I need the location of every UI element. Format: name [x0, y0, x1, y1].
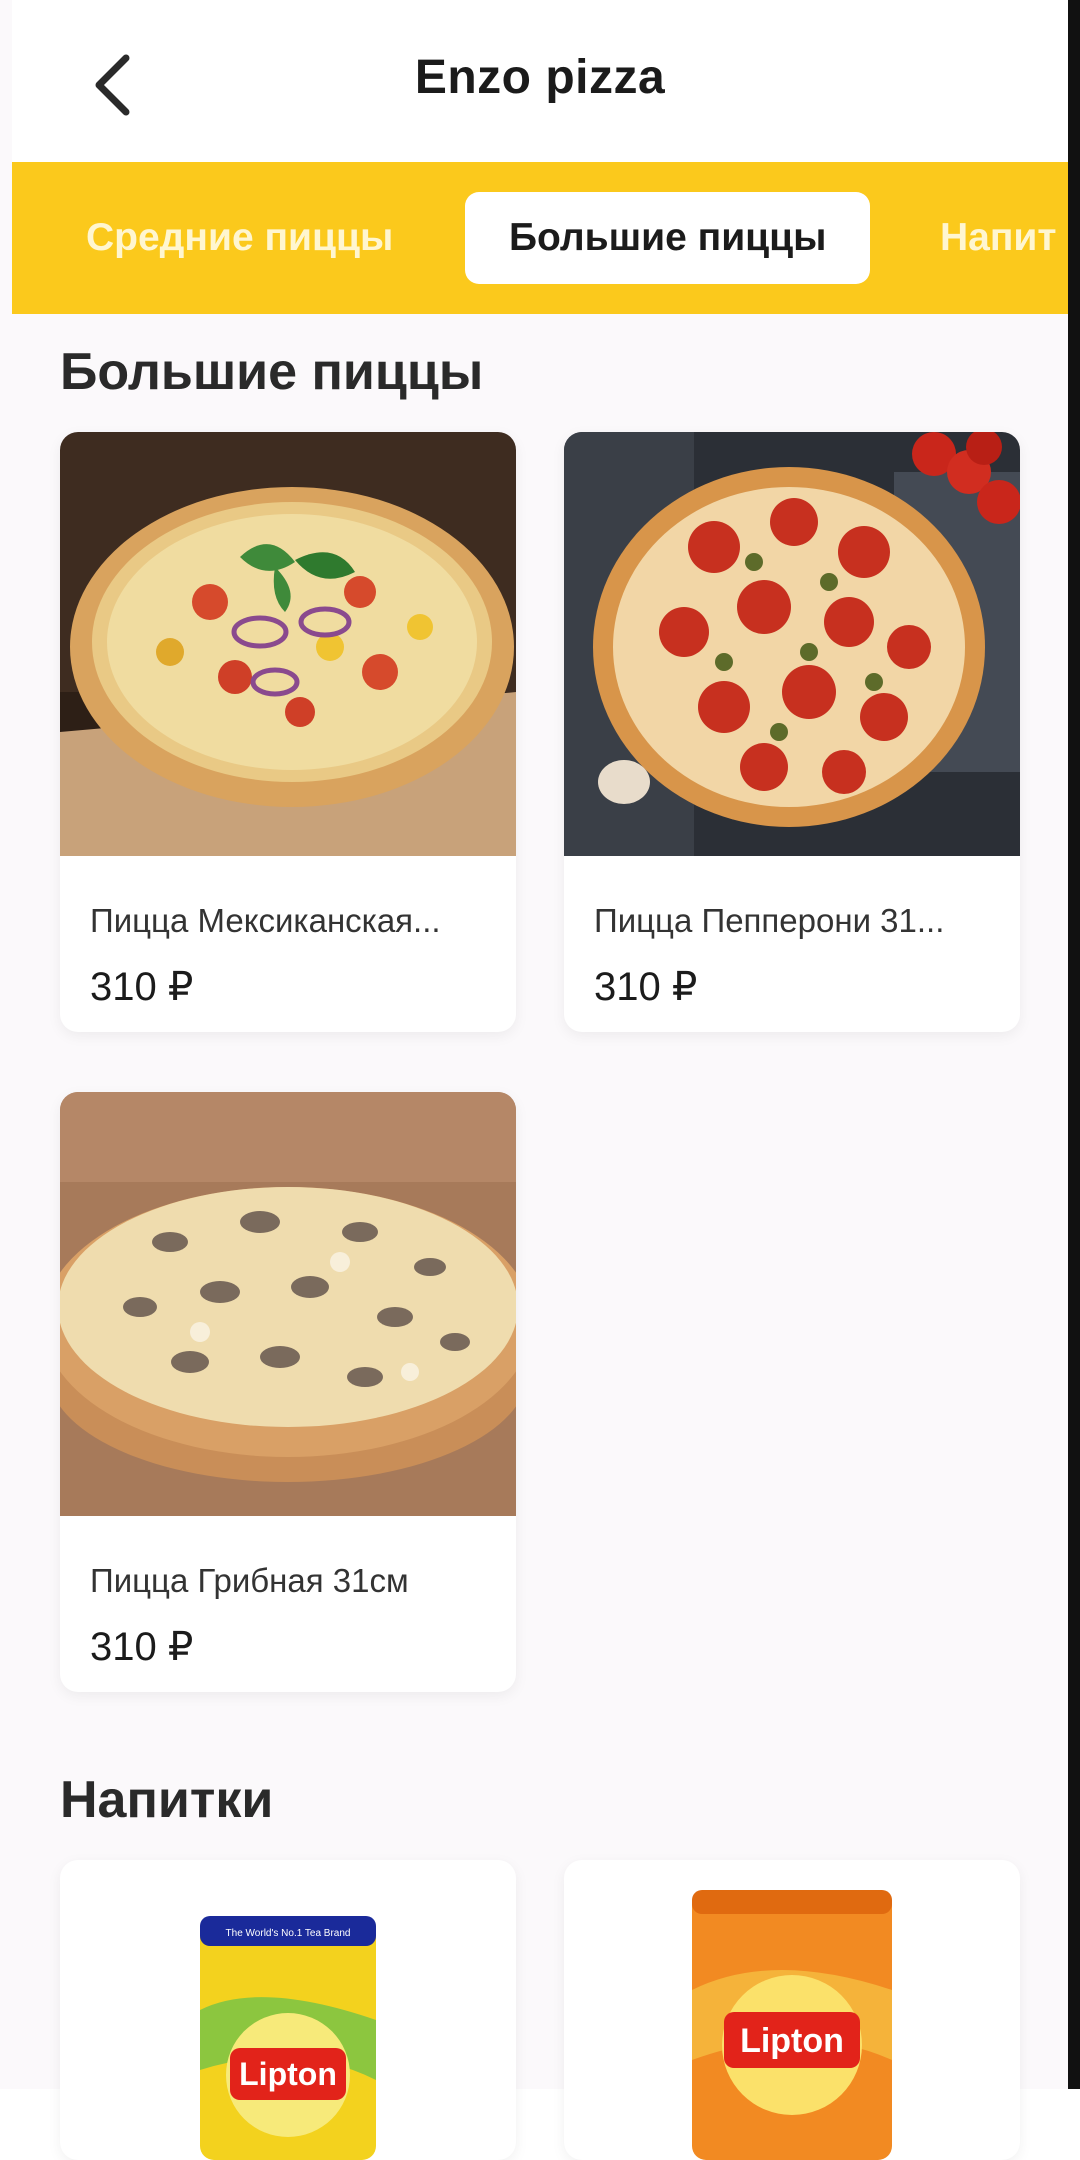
product-card[interactable]: Пицца Мексиканская... 310 ₽	[60, 432, 516, 1032]
section-title-large-pizzas: Большие пиццы	[60, 343, 484, 401]
product-name: Пицца Грибная 31см	[90, 1562, 409, 1599]
mushroom-pizza-image	[60, 1092, 516, 1516]
section-title-drinks: Напитки	[60, 1771, 274, 1829]
pepperoni-pizza-image	[564, 432, 1020, 856]
mexican-pizza-image	[60, 432, 516, 856]
tab-medium-pizzas[interactable]: Средние пиццы	[86, 192, 393, 284]
tab-drinks[interactable]: Напит	[940, 192, 1057, 284]
can-brand-label: Lipton	[239, 2056, 337, 2092]
product-name: Пицца Мексиканская...	[90, 902, 441, 939]
can-tagline: The World's No.1 Tea Brand	[226, 1928, 351, 1939]
product-price: 310 ₽	[90, 1625, 194, 1669]
tab-large-pizzas[interactable]: Большие пиццы	[465, 192, 871, 284]
product-price: 310 ₽	[594, 965, 698, 1009]
lipton-peach-can-image: Lipton	[692, 1890, 892, 2160]
product-card[interactable]: Пицца Пепперони 31... 310 ₽	[564, 432, 1020, 1032]
page-title: Enzo pizza	[414, 51, 666, 104]
top-bar: Enzo pizza	[12, 0, 1068, 162]
product-name: Пицца Пепперони 31...	[594, 902, 945, 939]
product-card[interactable]: Lipton	[564, 1860, 1020, 2160]
product-card[interactable]: Пицца Грибная 31см 310 ₽	[60, 1092, 516, 1692]
can-brand-label: Lipton	[740, 2022, 844, 2060]
screen-edge	[1068, 0, 1080, 2089]
product-card[interactable]: The World's No.1 Tea Brand Lipton	[60, 1860, 516, 2160]
lipton-lemon-can-image: The World's No.1 Tea Brand Lipton	[200, 1916, 376, 2160]
category-tab-bar: Средние пиццы Большие пиццы Напит	[12, 162, 1068, 314]
product-price: 310 ₽	[90, 965, 194, 1009]
